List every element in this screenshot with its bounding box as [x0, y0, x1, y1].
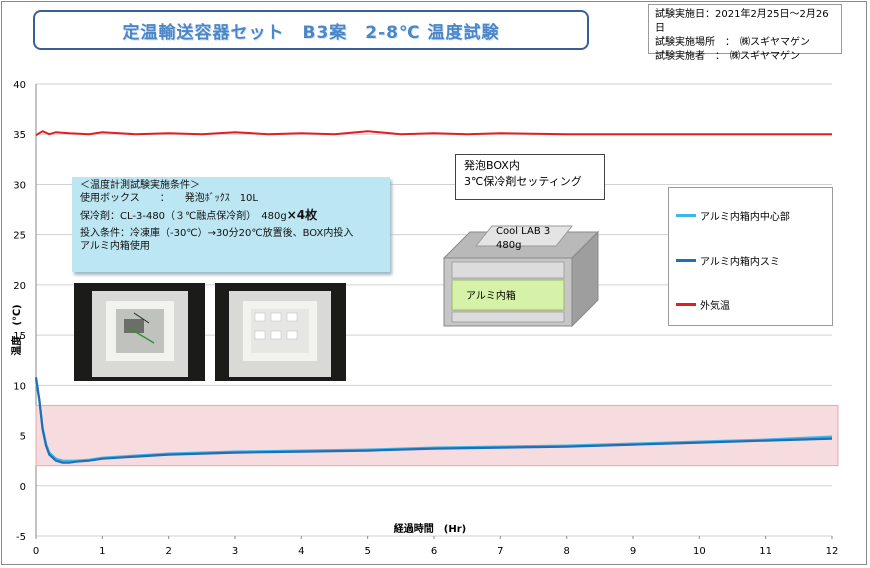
legend-swatch-center — [676, 214, 696, 217]
x-tick-label: 3 — [232, 546, 238, 557]
legend-item-ambient: 外気温 — [676, 297, 730, 312]
test-operator: 試験実施者 ： ㈱スギヤマゲン — [655, 51, 800, 62]
y-tick-label: 30 — [13, 180, 26, 191]
foam-box-photo-2 — [215, 283, 346, 381]
test-date: 試験実施日：2021年2月25日～2月26日 — [655, 9, 829, 34]
y-tick-label: 5 — [20, 432, 26, 443]
y-tick-label: -5 — [16, 532, 26, 543]
y-tick-label: 20 — [13, 281, 26, 292]
x-tick-label: 5 — [364, 546, 370, 557]
page-title: 定温輸送容器セット B3案 2-8℃ 温度試験 — [33, 10, 589, 50]
x-tick-label: 10 — [693, 546, 706, 557]
x-tick-label: 9 — [630, 546, 636, 557]
x-tick-label: 7 — [497, 546, 503, 557]
y-tick-label: 0 — [20, 482, 26, 493]
coolant-upper — [451, 261, 565, 279]
legend-swatch-ambient — [676, 303, 696, 306]
legend-swatch-corner — [676, 259, 696, 262]
x-tick-label: 4 — [298, 546, 304, 557]
coolant-weight: 480g — [496, 240, 521, 251]
legend-label-center: アルミ内箱内中心部 — [700, 212, 790, 223]
inner-box-label: アルミ内箱 — [466, 289, 516, 302]
setting-line-1: 発泡BOX内 — [464, 159, 520, 172]
box-setup-diagram: Cool LAB 3 480g アルミ内箱 — [442, 225, 600, 328]
x-tick-label: 0 — [33, 546, 39, 557]
y-axis-label: 温度 (℃) — [10, 304, 23, 355]
conditions-box: 使用ボックス ： 発泡ﾎﾞｯｸｽ 10L — [80, 193, 258, 204]
y-tick-label: 25 — [13, 231, 26, 242]
legend-item-corner: アルミ内箱内スミ — [676, 253, 780, 268]
test-location: 試験実施場所 ： ㈱スギヤマゲン — [655, 37, 810, 48]
x-tick-label: 2 — [165, 546, 171, 557]
target-band — [35, 404, 839, 467]
coolant-label: Cool LAB 3 — [496, 226, 550, 237]
x-tick-label: 12 — [826, 546, 839, 557]
target-band-rect — [35, 404, 839, 467]
conditions-coolant: 保冷剤：CL-3-480（３℃融点保冷剤） 480g — [80, 211, 287, 222]
conditions-coolant-row: 保冷剤：CL-3-480（３℃融点保冷剤） 480g×4枚 — [80, 209, 382, 223]
x-axis-label: 経過時間 (Hr) — [394, 522, 466, 535]
setting-line-2: 3℃保冷剤セッティング — [464, 175, 582, 188]
y-tick-label: 10 — [13, 381, 26, 392]
x-tick-label: 8 — [563, 546, 569, 557]
coolant-lower — [451, 311, 565, 323]
legend-label-ambient: 外気温 — [700, 301, 730, 312]
foam-box-photo-1 — [74, 283, 205, 381]
conditions-inner-box: アルミ内箱使用 — [80, 241, 150, 252]
setting-note-box: 発泡BOX内 3℃保冷剤セッティング — [455, 154, 605, 200]
conditions-heading: ＜温度計測試験実施条件＞ — [80, 180, 200, 191]
y-tick-label: 40 — [13, 80, 26, 91]
conditions-input: 投入条件：冷凍庫（-30℃）→30分20℃放置後、BOX内投入 — [80, 228, 354, 239]
x-tick-label: 1 — [99, 546, 105, 557]
legend-label-corner: アルミ内箱内スミ — [700, 257, 780, 268]
x-tick-label: 11 — [759, 546, 772, 557]
y-tick-label: 35 — [13, 130, 26, 141]
conditions-coolant-count: ×4枚 — [286, 208, 318, 222]
test-conditions-box: ＜温度計測試験実施条件＞ 使用ボックス ： 発泡ﾎﾞｯｸｽ 10L 保冷剤：CL… — [72, 177, 390, 272]
legend-item-center: アルミ内箱内中心部 — [676, 208, 790, 223]
x-tick-label: 6 — [431, 546, 437, 557]
chart-legend: アルミ内箱内中心部 アルミ内箱内スミ 外気温 — [668, 187, 833, 326]
test-info-box: 試験実施日：2021年2月25日～2月26日 試験実施場所 ： ㈱スギヤマゲン … — [648, 4, 842, 62]
